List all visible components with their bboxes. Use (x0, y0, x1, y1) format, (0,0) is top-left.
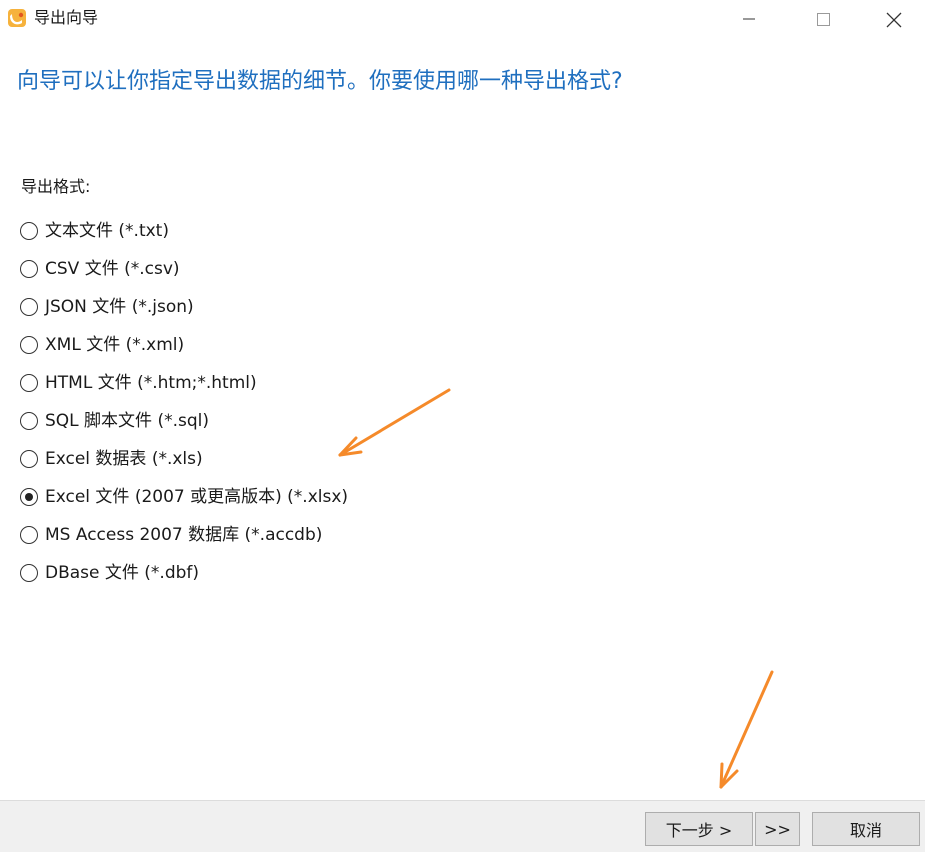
close-button[interactable] (870, 0, 916, 38)
radio-icon[interactable] (20, 336, 38, 354)
format-option-html[interactable]: HTML 文件 (*.htm;*.html) (20, 364, 620, 402)
cancel-button[interactable]: 取消 (812, 812, 920, 846)
format-option-accdb[interactable]: MS Access 2007 数据库 (*.accdb) (20, 516, 620, 554)
format-option-label: 文本文件 (*.txt) (45, 221, 169, 241)
format-option-dbf[interactable]: DBase 文件 (*.dbf) (20, 554, 620, 592)
format-option-label: MS Access 2007 数据库 (*.accdb) (45, 525, 323, 545)
radio-icon[interactable] (20, 450, 38, 468)
format-option-label: XML 文件 (*.xml) (45, 335, 185, 355)
title-bar: 导出向导 (0, 0, 925, 38)
minimize-icon (743, 18, 755, 20)
format-option-label: SQL 脚本文件 (*.sql) (45, 411, 209, 431)
format-option-label: Excel 文件 (2007 或更高版本) (*.xlsx) (45, 487, 349, 507)
radio-icon[interactable] (20, 260, 38, 278)
format-option-label: JSON 文件 (*.json) (45, 297, 194, 317)
radio-icon[interactable] (20, 412, 38, 430)
format-option-sql[interactable]: SQL 脚本文件 (*.sql) (20, 402, 620, 440)
export-format-options: 文本文件 (*.txt) CSV 文件 (*.csv) JSON 文件 (*.j… (20, 212, 620, 592)
skip-to-end-button[interactable]: >> (755, 812, 800, 846)
format-option-csv[interactable]: CSV 文件 (*.csv) (20, 250, 620, 288)
format-option-label: Excel 数据表 (*.xls) (45, 449, 203, 469)
close-icon (886, 12, 902, 28)
format-option-json[interactable]: JSON 文件 (*.json) (20, 288, 620, 326)
format-option-label: HTML 文件 (*.htm;*.html) (45, 373, 257, 393)
wizard-headline: 向导可以让你指定导出数据的细节。你要使用哪一种导出格式? (17, 69, 623, 94)
window-title: 导出向导 (34, 8, 99, 27)
radio-icon[interactable] (20, 298, 38, 316)
maximize-button[interactable] (800, 0, 846, 38)
radio-icon[interactable] (20, 222, 38, 240)
format-option-label: CSV 文件 (*.csv) (45, 259, 180, 279)
app-icon (8, 9, 26, 27)
radio-icon[interactable] (20, 488, 38, 506)
radio-icon[interactable] (20, 564, 38, 582)
next-button[interactable]: 下一步 > (645, 812, 753, 846)
radio-icon[interactable] (20, 526, 38, 544)
minimize-button[interactable] (726, 0, 772, 38)
maximize-icon (817, 13, 830, 26)
radio-icon[interactable] (20, 374, 38, 392)
format-option-xml[interactable]: XML 文件 (*.xml) (20, 326, 620, 364)
format-option-xls[interactable]: Excel 数据表 (*.xls) (20, 440, 620, 478)
format-option-xlsx[interactable]: Excel 文件 (2007 或更高版本) (*.xlsx) (20, 478, 620, 516)
format-option-txt[interactable]: 文本文件 (*.txt) (20, 212, 620, 250)
export-format-label: 导出格式: (21, 177, 91, 196)
format-option-label: DBase 文件 (*.dbf) (45, 563, 200, 583)
arrow-icon (719, 670, 774, 789)
